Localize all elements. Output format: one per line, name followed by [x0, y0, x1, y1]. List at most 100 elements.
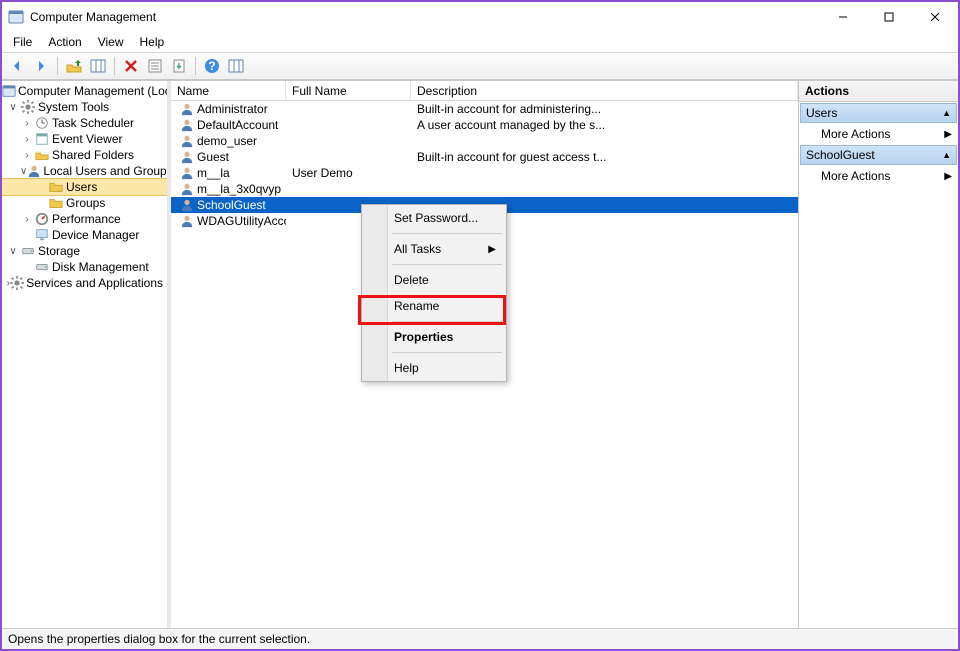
user-row[interactable]: Administrator Built-in account for admini… — [171, 101, 798, 117]
user-icon — [179, 197, 195, 213]
user-name: Administrator — [197, 102, 268, 116]
ctx-all-tasks[interactable]: All Tasks▶ — [362, 236, 506, 262]
tree-users[interactable]: Users — [2, 179, 167, 195]
tree-root[interactable]: Computer Management (Local — [2, 83, 167, 99]
close-icon — [930, 12, 940, 22]
menu-file[interactable]: File — [6, 33, 39, 51]
performance-icon — [34, 211, 50, 227]
ctx-delete[interactable]: Delete — [362, 267, 506, 293]
forward-icon — [33, 58, 49, 74]
ctx-rename[interactable]: Rename — [362, 293, 506, 319]
ctx-properties[interactable]: Properties — [362, 324, 506, 350]
expand-icon[interactable]: › — [20, 214, 34, 225]
actions-group-schoolguest[interactable]: SchoolGuest ▲ — [800, 145, 957, 165]
tree-local-users-groups[interactable]: ∨ Local Users and Groups — [2, 163, 167, 179]
user-name: m__la — [197, 166, 230, 180]
tree-label: Services and Applications — [26, 276, 163, 290]
ctx-label: All Tasks — [394, 242, 441, 256]
actions-group-users[interactable]: Users ▲ — [800, 103, 957, 123]
tree-storage[interactable]: ∨ Storage — [2, 243, 167, 259]
toolbar — [2, 52, 958, 80]
collapse-icon[interactable]: ∨ — [6, 246, 20, 257]
user-name: m__la_3x0qvyp — [197, 182, 281, 196]
tree-pane: Computer Management (Local ∨ System Tool… — [2, 81, 167, 628]
toolbar-up-button[interactable] — [63, 55, 85, 77]
system-tools-icon — [20, 99, 36, 115]
tree-label: System Tools — [38, 100, 109, 114]
disk-management-icon — [34, 259, 50, 275]
toolbar-back-button[interactable] — [6, 55, 28, 77]
tree-event-viewer[interactable]: › Event Viewer — [2, 131, 167, 147]
event-viewer-icon — [34, 131, 50, 147]
tree-label: Computer Management (Local — [18, 84, 167, 98]
column-header-name[interactable]: Name — [171, 81, 286, 100]
tree-groups[interactable]: Groups — [2, 195, 167, 211]
maximize-icon — [884, 12, 894, 22]
menu-view[interactable]: View — [91, 33, 131, 51]
tree-system-tools[interactable]: ∨ System Tools — [2, 99, 167, 115]
statusbar: Opens the properties dialog box for the … — [2, 628, 958, 649]
tree-task-scheduler[interactable]: › Task Scheduler — [2, 115, 167, 131]
back-icon — [9, 58, 25, 74]
menu-help[interactable]: Help — [133, 33, 172, 51]
ctx-label: Properties — [394, 330, 453, 344]
collapse-icon[interactable]: ∨ — [20, 166, 27, 177]
user-row[interactable]: m__la_3x0qvyp — [171, 181, 798, 197]
column-header-fullname[interactable]: Full Name — [286, 81, 411, 100]
minimize-button[interactable] — [820, 2, 866, 32]
ctx-label: Help — [394, 361, 419, 375]
toolbar-properties-button[interactable] — [144, 55, 166, 77]
delete-icon — [123, 58, 139, 74]
user-row[interactable]: demo_user — [171, 133, 798, 149]
user-name: WDAGUtilityAccount — [197, 214, 286, 228]
maximize-button[interactable] — [866, 2, 912, 32]
close-button[interactable] — [912, 2, 958, 32]
users-rows: Administrator Built-in account for admini… — [171, 101, 798, 628]
context-menu-separator — [392, 352, 502, 353]
expand-icon[interactable]: › — [20, 118, 34, 129]
tree-services-apps[interactable]: › Services and Applications — [2, 275, 167, 291]
ctx-help[interactable]: Help — [362, 355, 506, 381]
tree-label: Performance — [52, 212, 121, 226]
local-users-groups-icon — [27, 163, 41, 179]
expand-icon[interactable]: › — [20, 150, 34, 161]
expand-icon[interactable]: › — [20, 134, 34, 145]
user-row[interactable]: DefaultAccountA user account managed by … — [171, 117, 798, 133]
services-apps-icon — [10, 275, 24, 291]
user-row[interactable]: GuestBuilt-in account for guest access t… — [171, 149, 798, 165]
tree-performance[interactable]: › Performance — [2, 211, 167, 227]
toolbar-separator — [195, 57, 196, 75]
column-header-description[interactable]: Description — [411, 81, 798, 100]
menubar: File Action View Help — [2, 32, 958, 52]
toolbar-forward-button[interactable] — [30, 55, 52, 77]
menu-action[interactable]: Action — [41, 33, 88, 51]
toolbar-panes-button[interactable] — [87, 55, 109, 77]
tree-label: Event Viewer — [52, 132, 122, 146]
task-scheduler-icon — [34, 115, 50, 131]
user-icon — [179, 165, 195, 181]
help-icon — [204, 58, 220, 74]
toolbar-separator — [114, 57, 115, 75]
user-row[interactable]: m__la User Demo — [171, 165, 798, 181]
user-name: SchoolGuest — [197, 198, 266, 212]
toolbar-separator — [57, 57, 58, 75]
ctx-set-password[interactable]: Set Password... — [362, 205, 506, 231]
collapse-icon[interactable]: ∨ — [6, 102, 20, 113]
actions-more-actions-2[interactable]: More Actions ▶ — [799, 166, 958, 186]
toolbar-refresh-button[interactable] — [225, 55, 247, 77]
user-fullname: User Demo — [286, 166, 411, 180]
actions-group-label: SchoolGuest — [806, 148, 875, 162]
toolbar-delete-button[interactable] — [120, 55, 142, 77]
toolbar-export-button[interactable] — [168, 55, 190, 77]
app-icon — [8, 9, 24, 25]
tree-shared-folders[interactable]: › Shared Folders — [2, 147, 167, 163]
actions-more-actions-1[interactable]: More Actions ▶ — [799, 124, 958, 144]
tree-device-manager[interactable]: Device Manager — [2, 227, 167, 243]
tree-disk-management[interactable]: Disk Management — [2, 259, 167, 275]
tree-label: Groups — [66, 196, 105, 210]
toolbar-help-button[interactable] — [201, 55, 223, 77]
tree-label: Storage — [38, 244, 80, 258]
user-description: Built-in account for administering... — [411, 102, 798, 116]
panes-icon — [90, 58, 106, 74]
submenu-arrow-icon: ▶ — [944, 129, 952, 140]
